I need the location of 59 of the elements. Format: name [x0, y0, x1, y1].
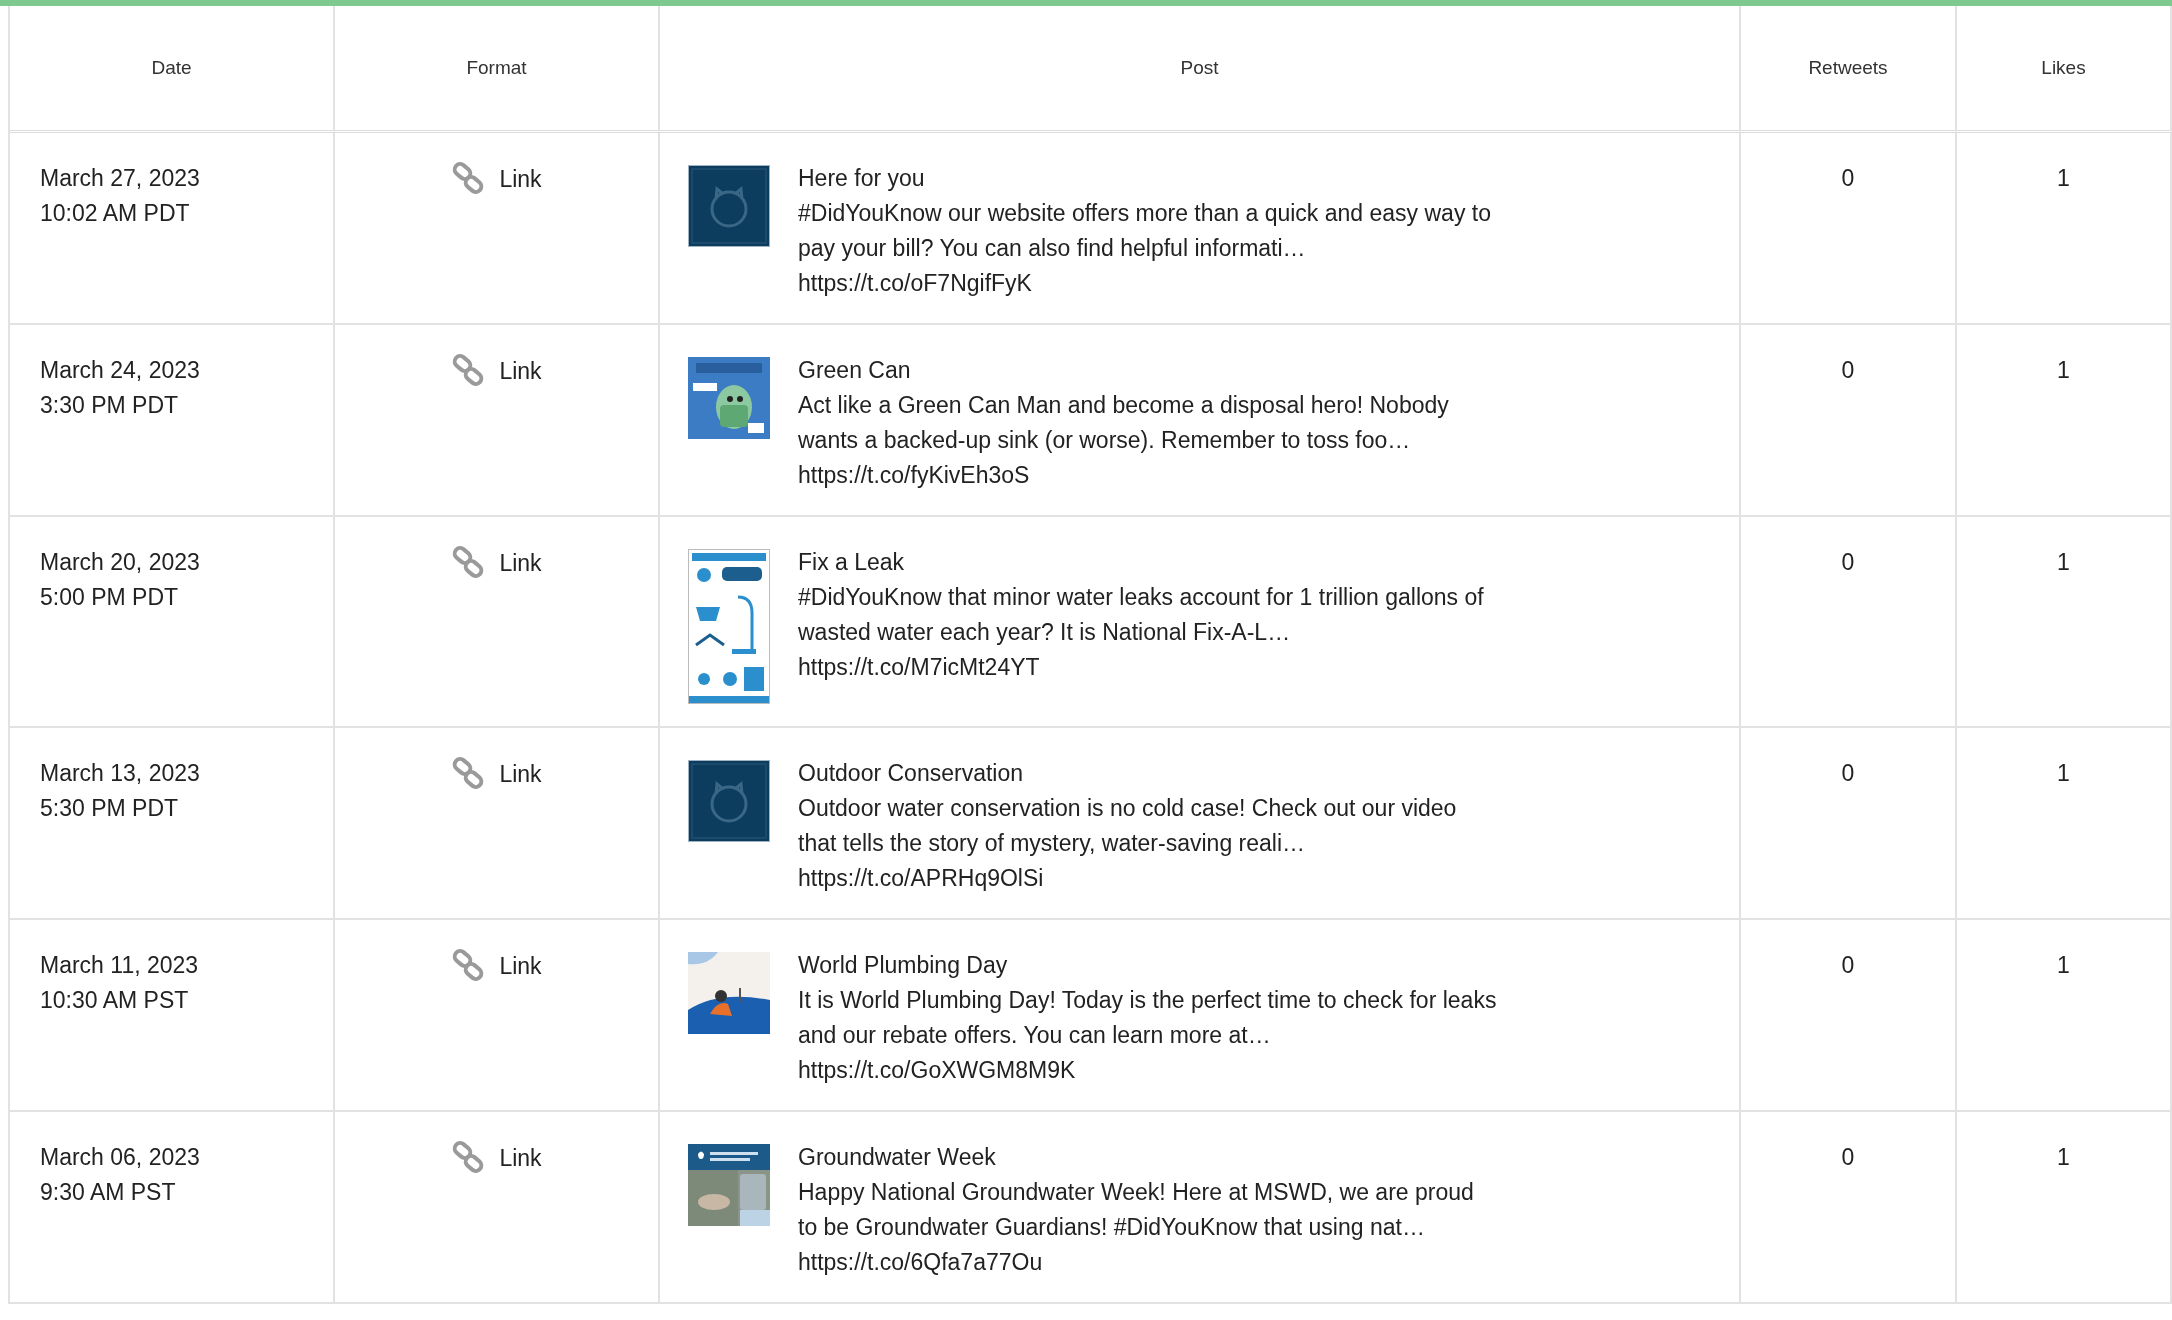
post-url: https://t.co/M7icMt24YT: [798, 653, 1040, 682]
post-date: March 06, 2023: [40, 1143, 200, 1172]
post-time: 3:30 PM PDT: [40, 391, 179, 420]
link-icon: [451, 1140, 486, 1174]
column-header: Format: [466, 57, 527, 79]
post-title: Green Can: [798, 356, 911, 385]
link-icon: [451, 756, 486, 790]
post-title: Here for you: [798, 164, 925, 193]
link-icon: [451, 161, 486, 195]
post-title: World Plumbing Day: [798, 951, 1008, 980]
post-text: It is World Plumbing Day! Today is the perfect time to check for leaks and our rebate offers. You can learn more at…: [798, 986, 1498, 1050]
retweet-count: 0: [1841, 760, 1855, 786]
column-header: Post: [1180, 57, 1219, 79]
post-text: Happy National Groundwater Week! Here at MSWD, we are proud to be Groundwater Guardians! #DidYouKnow that using nat…: [798, 1178, 1475, 1242]
like-count: 1: [2057, 1144, 2070, 1170]
column-header: Date: [151, 57, 192, 79]
post-text: #DidYouKnow that minor water leaks account for 1 trillion gallons of wasted water each year? It is National Fix-A-L…: [798, 583, 1485, 647]
column-header: Likes: [2041, 57, 2086, 79]
post-url: https://t.co/APRHq9OlSi: [798, 864, 1044, 893]
post-url: https://t.co/6Qfa7a77Ou: [798, 1248, 1043, 1277]
post-time: 5:30 PM PDT: [40, 794, 179, 823]
column-header: Retweets: [1808, 57, 1888, 79]
like-count: 1: [2057, 549, 2070, 575]
like-count: 1: [2057, 165, 2070, 191]
post-time: 10:02 AM PDT: [40, 199, 190, 228]
retweet-count: 0: [1841, 549, 1855, 575]
like-count: 1: [2057, 952, 2070, 978]
post-text: #DidYouKnow our website offers more than a quick and easy way to pay your bill? You can also find helpful informati…: [798, 199, 1492, 263]
format-label: Link: [499, 357, 542, 386]
post-url: https://t.co/GoXWGM8M9K: [798, 1056, 1076, 1085]
post-date: March 20, 2023: [40, 548, 200, 577]
post-date: March 27, 2023: [40, 164, 200, 193]
retweet-count: 0: [1841, 165, 1855, 191]
retweet-count: 0: [1841, 357, 1855, 383]
post-date: March 11, 2023: [40, 951, 199, 980]
post-text: Outdoor water conservation is no cold case! Check out our video that tells the story of mystery, water-saving reali…: [798, 794, 1458, 858]
format-label: Link: [499, 1144, 542, 1173]
post-title: Outdoor Conservation: [798, 759, 1023, 788]
format-label: Link: [499, 549, 542, 578]
post-title: Groundwater Week: [798, 1143, 996, 1172]
post-text: Act like a Green Can Man and become a disposal hero! Nobody wants a backed-up sink (or worse). Remember to toss foo…: [798, 391, 1450, 455]
like-count: 1: [2057, 357, 2070, 383]
post-time: 5:00 PM PDT: [40, 583, 179, 612]
retweet-count: 0: [1841, 952, 1855, 978]
retweet-count: 0: [1841, 1144, 1855, 1170]
post-url: https://t.co/fyKivEh3oS: [798, 461, 1030, 490]
format-label: Link: [499, 760, 542, 789]
link-icon: [451, 353, 486, 387]
post-time: 9:30 AM PST: [40, 1178, 176, 1207]
link-icon: [451, 545, 486, 579]
format-label: Link: [499, 952, 542, 981]
post-url: https://t.co/oF7NgifFyK: [798, 269, 1032, 298]
post-time: 10:30 AM PST: [40, 986, 189, 1015]
post-title: Fix a Leak: [798, 548, 905, 577]
like-count: 1: [2057, 760, 2070, 786]
link-icon: [451, 948, 486, 982]
format-label: Link: [499, 165, 542, 194]
post-date: March 24, 2023: [40, 356, 200, 385]
post-date: March 13, 2023: [40, 759, 200, 788]
